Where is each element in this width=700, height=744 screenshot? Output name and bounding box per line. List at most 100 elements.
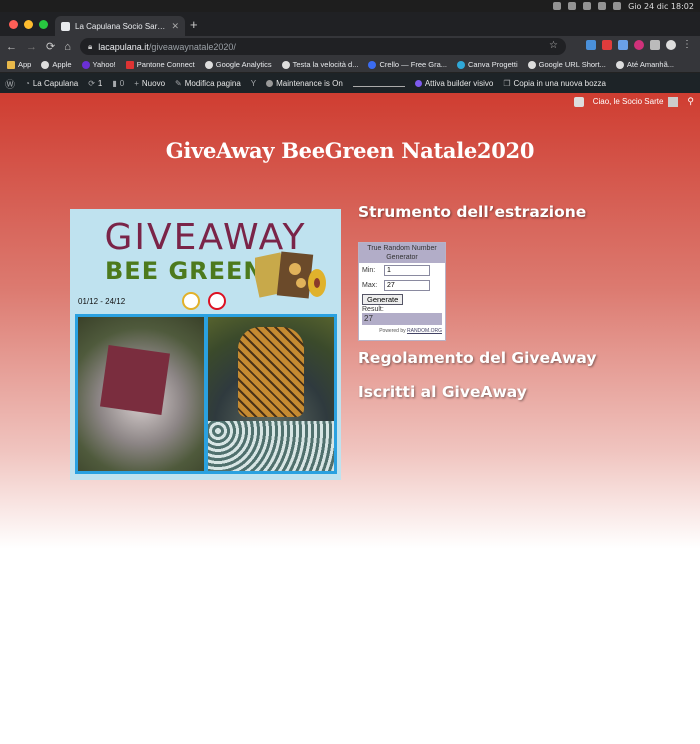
extension-icon[interactable] bbox=[602, 40, 612, 50]
globe-icon bbox=[204, 60, 213, 69]
url-host: lacapulana.it bbox=[98, 41, 149, 52]
powered-by: Powered by RANDOM.ORG bbox=[379, 328, 442, 334]
status-icon[interactable] bbox=[583, 2, 592, 10]
puzzle-icon[interactable] bbox=[650, 40, 660, 50]
rules-heading[interactable]: Regolamento del GiveAway bbox=[358, 349, 597, 367]
profile-avatar[interactable] bbox=[666, 40, 676, 50]
notification-icon[interactable] bbox=[573, 96, 584, 107]
yahoo-icon bbox=[81, 60, 90, 69]
bookmark-item[interactable]: Crello — Free Gra... bbox=[368, 60, 447, 69]
screen: Gio 24 dic 18:02 La Capulana Socio Sarto… bbox=[0, 0, 700, 744]
bookmark-item[interactable]: Pantone Connect bbox=[125, 60, 195, 69]
forward-icon[interactable]: → bbox=[26, 41, 37, 53]
admin-copy-draft[interactable]: ❐ Copia in una nuova bozza bbox=[503, 79, 606, 88]
crello-icon bbox=[368, 60, 377, 69]
bookmark-item[interactable]: Yahoo! bbox=[81, 60, 116, 69]
min-label: Min: bbox=[362, 267, 376, 274]
user-greeting[interactable]: Ciao, le Socio Sarte ⚲ bbox=[573, 96, 694, 107]
bookmark-item[interactable]: App bbox=[7, 60, 31, 69]
minimize-window-button[interactable] bbox=[24, 20, 33, 29]
address-bar[interactable]: 🔒︎ lacapulana.it/giveawaynatale2020/ ☆ bbox=[80, 38, 566, 55]
rng-header: True Random Number Generator bbox=[359, 243, 445, 263]
patterned-mat bbox=[208, 421, 334, 471]
copy-icon: ❐ bbox=[503, 78, 511, 88]
result-label: Result: bbox=[362, 306, 384, 313]
reload-icon[interactable]: ⟳ bbox=[46, 40, 55, 53]
draw-heading: Strumento dell’estrazione bbox=[358, 203, 587, 221]
admin-builder[interactable]: Attiva builder visivo bbox=[414, 79, 493, 88]
bookmarks-bar: App Apple Yahoo! Pantone Connect Google … bbox=[0, 57, 700, 73]
yoast-icon[interactable]: Y bbox=[251, 79, 256, 88]
wp-logo-icon[interactable]: Ⓦ bbox=[5, 76, 15, 91]
notebooks-illustration bbox=[255, 251, 326, 299]
capulana-logo-icon bbox=[208, 292, 226, 310]
status-icon[interactable] bbox=[568, 2, 577, 10]
canva-icon bbox=[457, 60, 465, 69]
globe-icon bbox=[527, 60, 536, 69]
wp-admin-bar: Ⓦ ◔ La Capulana ⟳ 1 ▮ 0 + Nuovo ✎ Modifica pa… bbox=[0, 73, 700, 93]
giveaway-poster-image: GIVEAWAY BEE GREEN 01/12 - 24/12 bbox=[70, 209, 341, 480]
extensions-area: ⋮ bbox=[586, 40, 692, 50]
max-input[interactable] bbox=[384, 280, 430, 291]
close-window-button[interactable] bbox=[9, 20, 18, 29]
browser-tab[interactable]: La Capulana Socio Sartoria - B ✕ bbox=[55, 16, 185, 36]
random-org-link[interactable]: RANDOM.ORG bbox=[407, 328, 442, 334]
favicon-icon bbox=[61, 21, 70, 31]
menu-icon[interactable]: ⋮ bbox=[682, 40, 692, 50]
bookmark-item[interactable]: Até Amanhã... bbox=[615, 60, 674, 69]
admin-updates[interactable]: ⟳ 1 bbox=[88, 79, 102, 88]
bookmark-item[interactable]: Apple bbox=[41, 60, 72, 69]
close-tab-icon[interactable]: ✕ bbox=[171, 21, 179, 32]
giveaway-side-column: Strumento dell’estrazione True Random Nu… bbox=[358, 203, 688, 401]
wifi-icon[interactable] bbox=[598, 2, 607, 10]
page-content: Ciao, le Socio Sarte ⚲ GiveAway BeeGreen… bbox=[0, 93, 700, 744]
admin-site-link[interactable]: ◔ La Capulana bbox=[25, 79, 78, 88]
globe-icon bbox=[41, 60, 50, 69]
globe-icon bbox=[615, 60, 624, 69]
extension-icon[interactable] bbox=[586, 40, 596, 50]
tab-title: La Capulana Socio Sartoria - B bbox=[75, 21, 167, 31]
dashboard-icon: ◔ bbox=[25, 78, 30, 88]
url-path: /giveawaynatale2020/ bbox=[148, 41, 236, 52]
new-tab-button[interactable]: + bbox=[190, 18, 198, 32]
browser-toolbar: ← → ⟳ ⌂ 🔒︎ lacapulana.it/giveawaynatale2… bbox=[0, 36, 700, 57]
admin-maintenance[interactable]: Maintenance is On bbox=[266, 79, 343, 88]
generate-button[interactable]: Generate bbox=[362, 294, 404, 305]
gift-box-shape bbox=[99, 344, 171, 416]
bookmark-item[interactable]: Canva Progetti bbox=[457, 60, 518, 69]
entrants-heading[interactable]: Iscritti al GiveAway bbox=[358, 383, 527, 401]
status-icon[interactable] bbox=[553, 2, 562, 10]
tab-strip: La Capulana Socio Sartoria - B ✕ + bbox=[0, 12, 700, 36]
admin-new[interactable]: + Nuovo bbox=[134, 79, 165, 88]
admin-edit-page[interactable]: ✎ Modifica pagina bbox=[175, 79, 241, 88]
avatar bbox=[668, 96, 679, 107]
home-icon[interactable]: ⌂ bbox=[64, 41, 71, 53]
admin-comments[interactable]: ▮ 0 bbox=[112, 79, 124, 88]
bookmark-item[interactable]: Google URL Short... bbox=[527, 60, 606, 69]
menubar-datetime[interactable]: Gio 24 dic 18:02 bbox=[628, 2, 694, 11]
maximize-window-button[interactable] bbox=[39, 20, 48, 29]
extension-icon[interactable] bbox=[634, 40, 644, 50]
globe-icon bbox=[281, 60, 290, 69]
poster-photos bbox=[75, 314, 337, 474]
apps-grid-icon bbox=[7, 60, 15, 69]
mac-menubar: Gio 24 dic 18:02 bbox=[0, 0, 700, 12]
search-icon[interactable]: ⚲ bbox=[687, 96, 694, 107]
backpack-shape bbox=[238, 327, 304, 417]
plus-icon: + bbox=[134, 78, 139, 88]
admin-bar-divider bbox=[352, 79, 405, 87]
pencil-icon: ✎ bbox=[175, 78, 182, 88]
bookmark-item[interactable]: Google Analytics bbox=[204, 60, 272, 69]
extension-icon[interactable] bbox=[618, 40, 628, 50]
random-number-widget: True Random Number Generator Min: Max: G… bbox=[358, 242, 446, 341]
bee-logo-icon bbox=[182, 292, 200, 310]
bookmark-star-icon[interactable]: ☆ bbox=[549, 40, 558, 51]
poster-subheadline: BEE GREEN bbox=[105, 257, 265, 285]
bookmark-item[interactable]: Testa la velocità d... bbox=[281, 60, 358, 69]
battery-icon[interactable] bbox=[613, 2, 622, 10]
lock-icon: 🔒︎ bbox=[88, 41, 93, 51]
min-input[interactable] bbox=[384, 265, 430, 276]
divi-icon bbox=[414, 79, 422, 87]
back-icon[interactable]: ← bbox=[6, 41, 17, 53]
result-value: 27 bbox=[362, 313, 442, 325]
